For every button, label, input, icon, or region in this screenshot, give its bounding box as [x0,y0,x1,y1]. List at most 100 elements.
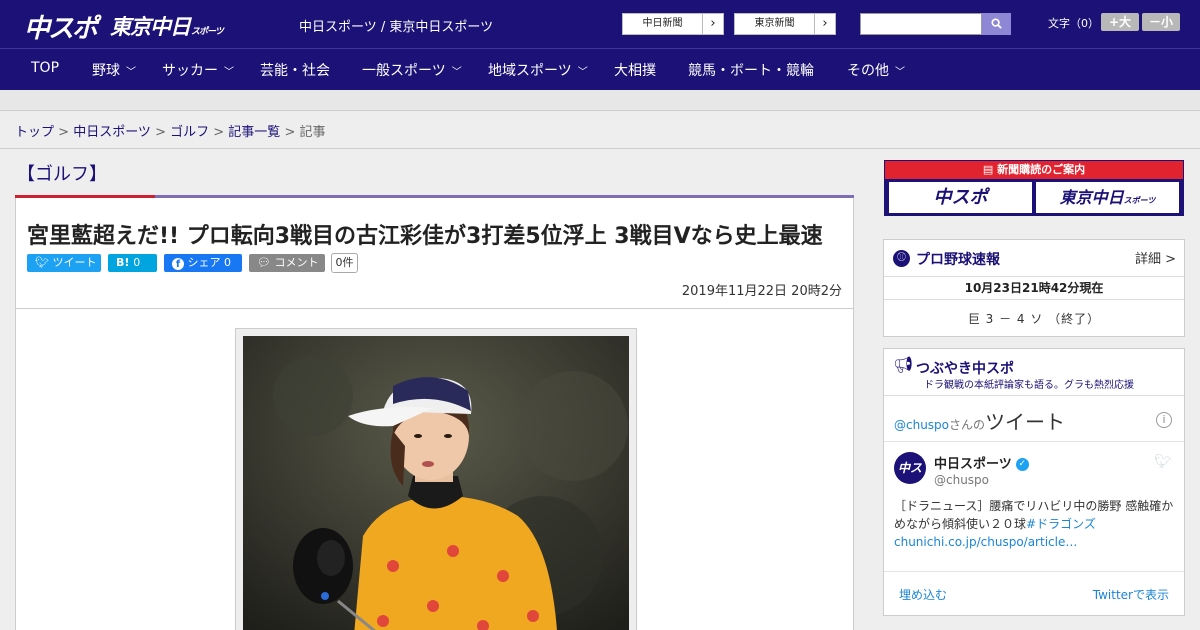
font-larger-button[interactable]: +大 [1101,13,1139,31]
speech-bubble-icon: 💬︎ [257,256,275,269]
font-smaller-button[interactable]: －小 [1142,13,1180,31]
baseball-detail-link[interactable]: 詳細 > [1135,248,1176,267]
tokyo-shimbun-label: 東京新聞 [735,14,815,34]
nav-sumo[interactable]: 大相撲 [614,60,656,80]
tsubuyaki-subtitle: ドラ観戦の本紙評論家も語る。グラも熱烈応援 [924,380,1134,391]
twitter-timeline: @chuspoさんのツイート i 中スポ 中日スポーツ ✓ @chuspo 🐦︎ … [884,395,1184,602]
sub-bar [0,90,1200,111]
nav-local-sports[interactable]: 地域スポーツ ﹀ [488,60,588,80]
breadcrumb-article-list[interactable]: 記事一覧 [228,125,280,140]
tokyo-chunichi-logo[interactable]: 東京中日スポーツ [110,11,224,41]
tokyo-logo-suffix: スポーツ [191,27,224,37]
tweet-text: ［ドラニュース］腰痛でリハビリ中の勝野 感触確かめながら傾斜使い２０球#ドラゴン… [894,497,1176,551]
divider [16,308,853,309]
divider [884,441,1184,442]
baseball-icon: ⚾︎ [893,250,910,267]
nav-soccer[interactable]: サッカー ﹀ [162,60,234,80]
hatena-icon: B! [116,256,130,269]
divider [884,571,1184,572]
verified-badge-icon: ✓ [1015,458,1029,471]
hatena-count: 0 [133,256,141,269]
megaphone-icon: 📢︎ [893,355,914,374]
article-headline: 宮里藍超えだ!! プロ転向3戦目の古江彩佳が3打差5位浮上 3戦目Vなら史上最速 [27,224,823,249]
nav-general-sports[interactable]: 一般スポーツ ﹀ [362,60,462,80]
chevron-down-icon: ﹀ [451,67,462,78]
tweet-handle[interactable]: @chuspo [934,473,989,487]
article-photo[interactable] [243,336,629,630]
tsubuyaki-title: つぶやき中スポ [916,361,1014,377]
chuspo-logo-button[interactable]: 中スポ [889,182,1032,213]
main-nav: TOP 野球 ﹀ サッカー ﹀ 芸能・社会 一般スポーツ ﹀ 地域スポーツ ﹀ 大相撲 … [0,48,1200,90]
chevron-right-icon: › [822,16,828,31]
view-on-twitter-link[interactable]: Twitterで表示 [1093,586,1169,603]
golfer-photo-image [243,336,629,630]
chunichi-shimbun-label: 中日新聞 [623,14,703,34]
nav-label: 一般スポーツ [362,63,446,79]
search-icon [991,18,1002,29]
nav-entertainment[interactable]: 芸能・社会 [260,60,330,80]
score-result[interactable]: 巨 3 － 4 ソ （終了） [884,310,1184,327]
timeline-handle[interactable]: @chuspo [894,418,949,432]
embed-link[interactable]: 埋め込む [899,586,947,603]
breadcrumb-separator: > [209,125,229,140]
font-size-label: 文字（0） [1048,17,1099,30]
nav-label: 芸能・社会 [260,63,330,79]
chevron-right-icon: › [710,16,716,31]
breadcrumb-current: 記事 [299,125,326,140]
nav-label: TOP [31,60,60,76]
tokyo-logo-text: 東京中日 [1059,188,1124,207]
nav-label: 競馬・ボート・競輪 [688,63,814,79]
tweet-author-name: 中日スポーツ [934,457,1012,472]
chevron-down-icon: ﹀ [126,67,136,78]
nav-label: 大相撲 [614,63,656,79]
nav-top[interactable]: TOP [31,60,59,76]
top-header: 中スポ 東京中日スポーツ 中日スポーツ / 東京中日スポーツ 中日新聞 › 東京… [0,0,1200,48]
breadcrumb-separator: > [280,125,300,140]
tokyo-shimbun-button[interactable]: 東京新聞 › [734,13,836,35]
baseball-scores-card: ⚾︎ プロ野球速報 詳細 > 10月23日21時42分現在 巨 3 － 4 ソ … [883,239,1185,337]
avatar[interactable]: 中スポ [894,452,926,507]
hatena-bookmark-button[interactable]: B! 0 [108,254,157,272]
breadcrumb-chunichi-sports[interactable]: 中日スポーツ [73,125,151,140]
category-title: 【ゴルフ】 [17,164,107,185]
twitter-bird-icon[interactable]: 🐦︎ [1154,454,1172,470]
breadcrumb: トップ > 中日スポーツ > ゴルフ > 記事一覧 > 記事 [15,121,326,140]
nav-other[interactable]: その他 ﹀ [847,60,905,80]
tokyo-logo-suffix: スポーツ [1123,196,1156,205]
twitter-bird-icon: 🐦︎ [35,256,53,269]
tweet-author[interactable]: 中日スポーツ ✓ [934,453,1029,472]
article-card: 宮里藍超えだ!! プロ転向3戦目の古江彩佳が3打差5位浮上 3戦目Vなら史上最速… [15,198,854,630]
facebook-count: 0 [224,256,231,269]
subscription-title-text: 新聞購読のご案内 [997,163,1086,176]
comment-button[interactable]: 💬︎ コメント [249,254,325,272]
site-names: 中日スポーツ / 東京中日スポーツ [299,20,494,35]
tweet-label: ツイート [52,256,97,269]
nav-racing[interactable]: 競馬・ボート・競輪 [688,60,814,80]
chevron-down-icon: ﹀ [224,67,234,78]
tweet-hashtag[interactable]: #ドラゴンズ [1026,517,1096,531]
subscription-banner-title: ▤ 新聞購読のご案内 [885,161,1183,179]
tokyo-chunichi-logo-button[interactable]: 東京中日スポーツ [1036,182,1179,213]
breadcrumb-golf[interactable]: ゴルフ [170,125,209,140]
tweet-link[interactable]: chunichi.co.jp/chuspo/article… [894,535,1077,549]
subscription-banner[interactable]: ▤ 新聞購読のご案内 中スポ 東京中日スポーツ [884,160,1184,216]
tsubuyaki-card: 📢︎ つぶやき中スポ ドラ観戦の本紙評論家も語る。グラも熱烈応援 @chuspo… [883,348,1185,616]
search-input[interactable] [860,13,982,35]
chunichi-shimbun-button[interactable]: 中日新聞 › [622,13,724,35]
nav-label: その他 [847,63,889,79]
chevron-down-icon: ﹀ [577,67,588,78]
search-button[interactable] [982,13,1011,35]
info-icon[interactable]: i [1156,412,1172,428]
chuspo-logo[interactable]: 中スポ [24,8,98,45]
nav-label: サッカー [162,63,218,79]
breadcrumb-top[interactable]: トップ [15,125,54,140]
nav-baseball[interactable]: 野球 ﹀ [92,60,136,80]
facebook-share-label: シェア [187,256,221,269]
comment-label: コメント [274,256,319,269]
timeline-header-mid: さんの [949,418,986,432]
facebook-share-button[interactable]: f シェア 0 [164,254,242,272]
comment-count: 0件 [331,253,358,273]
tweet-button[interactable]: 🐦︎ ツイート [27,254,101,272]
score-timestamp: 10月23日21時42分現在 [884,276,1184,300]
breadcrumb-separator: > [150,125,171,140]
